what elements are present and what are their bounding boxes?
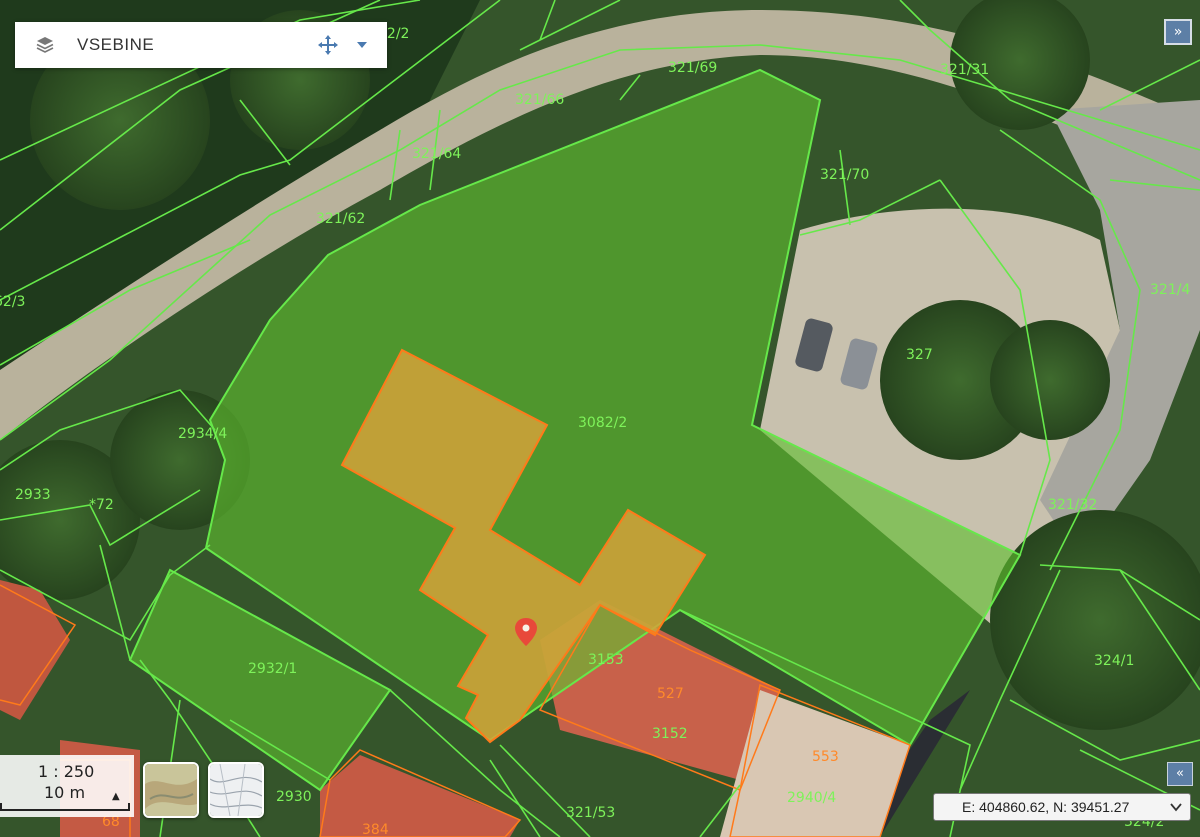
panel-title: VSEBINE xyxy=(77,35,155,54)
chevron-down-icon[interactable] xyxy=(1170,802,1182,812)
basemap-thumbnail-ortho[interactable] xyxy=(143,762,199,818)
tree xyxy=(990,510,1200,730)
building-label: 384 xyxy=(362,822,389,837)
parcel-label: 3152 xyxy=(652,726,688,742)
parcel-label: 321/66 xyxy=(515,92,564,108)
parcel-label: 2930 xyxy=(276,789,312,805)
parcel-label: 62/3 xyxy=(0,294,25,310)
parcel-label: 321/69 xyxy=(668,60,717,76)
basemap-thumbnail-topo[interactable] xyxy=(208,762,264,818)
parcel-label: 321/62 xyxy=(316,211,365,227)
move-arrows-icon[interactable] xyxy=(317,34,339,56)
scale-indicator: 1 : 250 10 m ▲ xyxy=(0,755,134,817)
layers-icon[interactable] xyxy=(35,35,55,55)
parcel-label: 2933 xyxy=(15,487,51,503)
scale-distance: 10 m xyxy=(44,783,86,802)
parcel-label: *72 xyxy=(89,497,114,513)
map-canvas[interactable]: 62/2 321/69 321/31 321/66 321/64 321/70 … xyxy=(0,0,1200,837)
collapse-left-button[interactable]: « xyxy=(1167,762,1193,786)
building-label: 527 xyxy=(657,686,684,702)
contents-panel[interactable]: VSEBINE xyxy=(15,22,387,68)
caret-down-icon[interactable] xyxy=(356,40,368,50)
parcel-label: 321/4 xyxy=(1150,282,1190,298)
parcel-label: 321/70 xyxy=(820,167,869,183)
scale-toggle-button[interactable]: ▲ xyxy=(112,791,120,802)
scale-ratio: 1 : 250 xyxy=(38,762,95,781)
parcel-label: 3153 xyxy=(588,652,624,668)
parcel-label: 324/1 xyxy=(1094,653,1134,669)
building-label: 553 xyxy=(812,749,839,765)
parcel-label: 321/64 xyxy=(412,146,461,162)
parcel-label: 321/32 xyxy=(1048,497,1097,513)
ortho-map-preview xyxy=(145,764,197,816)
parcel-label: 321/53 xyxy=(566,805,615,821)
topo-map-preview xyxy=(210,764,262,816)
expand-right-button[interactable]: » xyxy=(1164,19,1192,45)
parcel-label: 321/31 xyxy=(940,62,989,78)
parcel-label: 327 xyxy=(906,347,933,363)
parcel-label: 2940/4 xyxy=(787,790,836,806)
scale-bar xyxy=(0,803,130,811)
parcel-label: 2932/1 xyxy=(248,661,297,677)
coordinates-text: E: 404860.62, N: 39451.27 xyxy=(962,799,1130,815)
tree xyxy=(990,320,1110,440)
parcel-label: 3082/2 xyxy=(578,415,627,431)
coordinates-readout[interactable]: E: 404860.62, N: 39451.27 xyxy=(933,793,1191,821)
parcel-label: 2934/4 xyxy=(178,426,227,442)
